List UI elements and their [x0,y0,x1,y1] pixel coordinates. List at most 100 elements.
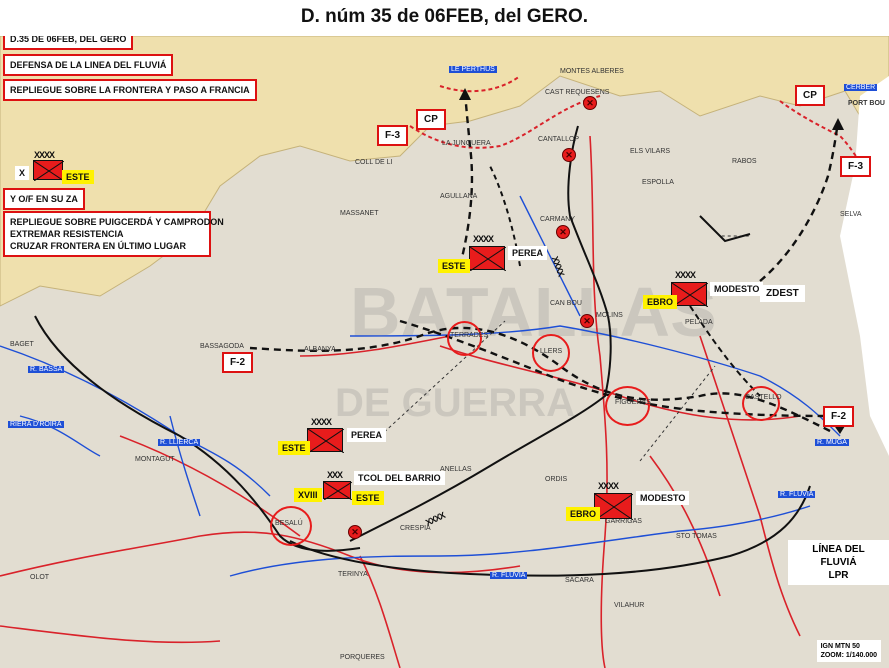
commander-label: MODESTO [636,491,690,505]
objective-marker: ✕ [580,314,594,328]
map-area: BATALLAS DE GUERRA ✕ ✕ ✕ ✕ ✕ MONTES ALBE… [0,36,889,668]
place-label: AGULLANA [440,193,478,200]
place-label: CARMANY [540,216,576,223]
map-source: IGN MTN 50 ZOOM: 1/140.000 [816,640,881,662]
army-badge: EBRO [643,295,678,309]
place-label: ESPOLLA [642,179,674,186]
advance-arrows [379,215,750,462]
tcol-unit-symbol [323,481,352,500]
directive-note: D.35 DE 06FEB, DEL GERO [3,36,134,50]
defense-note: DEFENSA DE LA LINEA DEL FLUVIÁ [3,54,174,76]
place-label: ELS VILARS [630,148,671,155]
withdrawal-note: REPLIEGUE SOBRE LA FRONTERA Y PASO A FRA… [3,79,257,101]
place-label: CAN BOU [550,300,582,307]
commander-label: PEREA [508,246,548,260]
fluvia-line-sub: LPR [828,570,849,581]
river-label: R. MUGA [815,439,849,446]
figueras-ring [605,386,650,426]
order-line: EXTREMAR RESISTENCIA [10,229,124,239]
place-label: TERINYA [338,571,368,578]
map-source-name: IGN MTN 50 [820,643,860,650]
fluvia-line-title: LÍNEA DEL FLUVIÁ [812,544,865,568]
map-scale: ZOOM: 1/140.000 [820,652,877,659]
army-badge: ESTE [278,441,310,455]
perea-north-unit-symbol [469,246,506,271]
town-label-france: LE PERTHUS [449,66,497,73]
place-label: ORDIS [545,476,568,483]
river-label: R. BASSA [28,366,65,373]
place-label: ANELLAS [440,466,472,473]
unit-id: XVIII [294,488,322,502]
place-label: FIGUERAS [615,399,651,406]
place-label: ALBANYA [304,346,336,353]
phase-tag-f2: F-2 [823,406,854,427]
objective-marker: ✕ [562,148,576,162]
phase-tag-f2: F-2 [222,352,253,373]
phase-line-f3-west [458,90,474,267]
place-label: STO TOMAS [676,533,717,540]
river-label: R. FLUVIA [778,491,816,498]
place-label: SELVA [840,211,862,218]
order-line: CRUZAR FRONTERA EN ÚLTIMO LUGAR [10,241,186,251]
place-label: COLL DE LI [355,159,393,166]
place-label: CRESPIÀ [400,525,431,532]
perea-south-unit-symbol [307,428,344,453]
place-label: CAST REQUESENS [545,89,610,96]
phase-line-f3-east [759,120,840,282]
commander-label: MODESTO [710,282,764,296]
place-label: LA JUNQUERA [442,140,491,147]
place-label: BASSAGODA [200,343,244,350]
place-label: RABOS [732,158,757,165]
place-label: MASSANET [340,210,379,217]
unit-echelon: XXXX [311,417,332,427]
unit-echelon: XXXX [675,270,696,280]
objective-marker: ✕ [348,525,362,539]
place-label: BAGET [10,341,34,348]
place-label: PORT BOU [848,100,885,107]
place-label: CANTALLOP [538,136,580,143]
objective-marker: ✕ [556,225,570,239]
commander-label: PEREA [347,428,387,442]
river-label: R. FLUVIA [490,572,528,579]
town-label-france: CERBER [844,84,878,91]
command-post-tag: CP [416,109,446,130]
front-lines [34,88,845,577]
army-badge: ESTE [438,259,470,273]
map-title: D. núm 35 de 06FEB, del GERO. [300,6,589,27]
river-label: R. LLIERCA [158,439,201,446]
place-label: LLERS [540,348,563,355]
place-label: CASTELLO [745,394,782,401]
commander-label: TCOL DEL BARRIO [354,471,445,485]
place-label: SACARA [565,577,594,584]
phase-tag-f3: F-3 [840,156,871,177]
place-label: OLOT [30,574,50,581]
army-badge: ESTE [352,491,384,505]
army-badge: EBRO [566,507,601,521]
objective-marker: ✕ [583,96,597,110]
command-post-tag: CP [795,85,825,106]
corps-sector-mark [699,215,751,243]
river-label: RIERA D'ROIRA [8,421,64,428]
unit-echelon: XXXX [34,150,55,160]
arrowheads [459,88,845,434]
place-label: MONTES ALBERES [560,68,624,75]
unit-echelon: XXXX [473,234,494,244]
castello-ring [742,386,780,421]
fluvia-line-label: LÍNEA DEL FLUVIÁ LPR [788,540,889,585]
zone-label: ZDEST [760,285,805,302]
objective-note: Y O/F EN SU ZA [3,188,85,210]
orders-note: REPLIEGUE SOBRE PUIGCERDÁ Y CAMPRODON EX… [3,211,224,257]
unit-echelon: XXXX [598,481,619,491]
unit-echelon: XXX [327,470,343,480]
army-badge: ESTE [62,170,94,184]
corps-x-unit-symbol [33,160,64,181]
place-label: PORQUERES [340,654,385,661]
place-label: MONTAGUT [135,456,175,463]
place-label: PELADA [685,319,713,326]
place-label: BESALÚ [275,520,303,527]
place-label: VILAHUR [614,602,645,609]
phase-tag-f3: F-3 [377,125,408,146]
place-label: TERRADES [450,332,489,339]
unit-id: X [15,166,30,180]
place-label: MOLINS [596,312,623,319]
